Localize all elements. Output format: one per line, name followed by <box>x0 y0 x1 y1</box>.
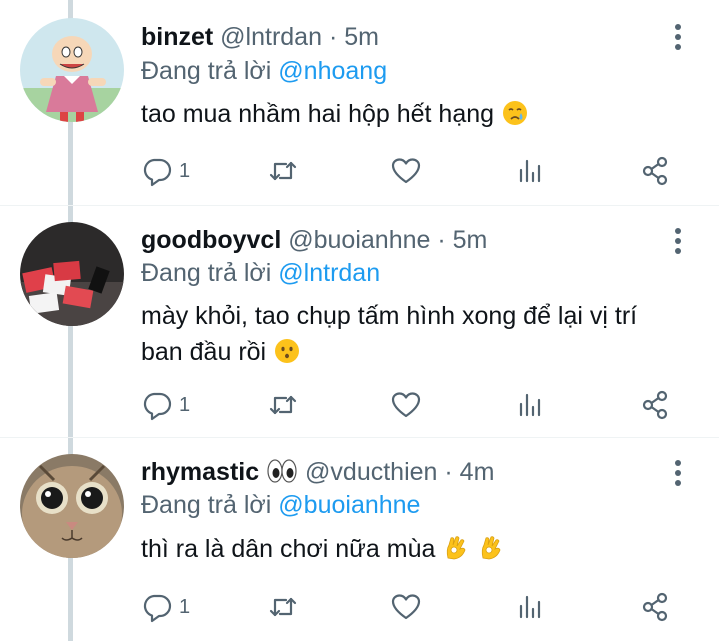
ok-hand-emoji <box>447 536 466 560</box>
mention-link[interactable]: @lntrdan <box>278 259 380 287</box>
replying-to: Đang trả lời @buoianhne <box>141 490 420 520</box>
timestamp[interactable]: 5m <box>344 23 379 51</box>
share-button[interactable] <box>639 388 671 422</box>
eyes-emoji <box>267 459 297 483</box>
reply-tweet[interactable]: goodboyvcl @buoianhne · 5m Đang trả lời … <box>0 205 719 437</box>
action-bar: 1 <box>141 590 686 624</box>
avatar[interactable] <box>20 454 124 558</box>
action-bar: 1 <box>141 388 686 422</box>
heart-icon <box>391 392 421 418</box>
retweet-button[interactable] <box>267 590 299 624</box>
tweet-text: thì ra là dân chơi nữa mùa <box>141 531 686 567</box>
crying-face-emoji <box>503 101 527 125</box>
share-button[interactable] <box>639 154 671 188</box>
analytics-icon <box>519 393 541 417</box>
ok-hand-emoji <box>482 536 501 560</box>
tweet-text-content: ban đầu rồi <box>141 338 267 366</box>
tweet-header: binzet @lntrdan · 5m <box>141 22 379 52</box>
reply-tweet[interactable]: binzet @lntrdan · 5m Đang trả lời @nhoan… <box>0 0 719 205</box>
reply-icon <box>143 594 172 623</box>
avatar[interactable] <box>20 222 124 326</box>
reply-button[interactable]: 1 <box>141 590 190 624</box>
more-options-icon[interactable] <box>673 228 683 256</box>
display-name[interactable]: binzet <box>141 23 213 51</box>
timestamp[interactable]: 5m <box>453 226 488 254</box>
separator-dot: · <box>444 458 453 486</box>
separator-dot: · <box>437 226 446 254</box>
display-name[interactable]: goodboyvcl <box>141 226 281 254</box>
tweet-text: mày khỏi, tao chụp tấm hình xong để lại … <box>141 298 686 370</box>
share-button[interactable] <box>639 590 671 624</box>
analytics-icon <box>519 595 541 619</box>
heart-icon <box>391 594 421 620</box>
reply-icon <box>143 158 172 187</box>
tweet-text-content: tao mua nhầm hai hộp hết hạng <box>141 100 495 128</box>
retweet-icon <box>269 597 297 617</box>
action-bar: 1 <box>141 154 686 188</box>
analytics-button[interactable] <box>515 590 547 624</box>
replying-to-label: Đang trả lời <box>141 57 272 85</box>
analytics-icon <box>519 159 541 183</box>
reply-icon <box>143 392 172 421</box>
replying-to-label: Đang trả lời <box>141 491 272 519</box>
user-handle[interactable]: @buoianhne <box>288 226 430 254</box>
tweet-text-line: mày khỏi, tao chụp tấm hình xong để lại … <box>141 302 638 330</box>
retweet-button[interactable] <box>267 388 299 422</box>
display-name[interactable]: rhymastic <box>141 458 259 486</box>
hushed-face-emoji <box>275 339 300 363</box>
reply-tweet[interactable]: rhymastic @vducthien · 4m Đang trả lời @… <box>0 437 719 641</box>
reply-button[interactable]: 1 <box>141 388 190 422</box>
retweet-button[interactable] <box>267 154 299 188</box>
user-handle[interactable]: @lntrdan <box>220 23 322 51</box>
tweet-text-line: ban đầu rồi <box>141 334 686 370</box>
replying-to: Đang trả lời @nhoang <box>141 56 387 86</box>
more-options-icon[interactable] <box>673 460 683 488</box>
heart-icon <box>391 158 421 184</box>
replying-to: Đang trả lời @lntrdan <box>141 258 380 288</box>
reply-count: 1 <box>179 159 191 182</box>
analytics-button[interactable] <box>515 154 547 188</box>
like-button[interactable] <box>390 388 422 422</box>
user-handle[interactable]: @vducthien <box>305 458 437 486</box>
reply-count: 1 <box>179 393 191 416</box>
replying-to-label: Đang trả lời <box>141 259 272 287</box>
retweet-icon <box>269 161 297 181</box>
more-options-icon[interactable] <box>673 24 683 52</box>
like-button[interactable] <box>390 154 422 188</box>
like-button[interactable] <box>390 590 422 624</box>
tweet-header: goodboyvcl @buoianhne · 5m <box>141 225 487 255</box>
reply-count: 1 <box>179 595 191 618</box>
reply-button[interactable]: 1 <box>141 154 190 188</box>
tweet-text: tao mua nhầm hai hộp hết hạng <box>141 96 686 132</box>
tweet-header: rhymastic @vducthien · 4m <box>141 457 494 487</box>
share-icon <box>642 156 668 186</box>
retweet-icon <box>269 395 297 415</box>
share-icon <box>642 390 668 420</box>
analytics-button[interactable] <box>515 388 547 422</box>
timestamp[interactable]: 4m <box>460 458 495 486</box>
share-icon <box>642 592 668 622</box>
separator-dot: · <box>328 23 338 51</box>
mention-link[interactable]: @buoianhne <box>278 491 420 519</box>
mention-link[interactable]: @nhoang <box>278 57 387 85</box>
tweet-text-content: thì ra là dân chơi nữa mùa <box>141 535 436 563</box>
avatar[interactable] <box>20 18 124 122</box>
